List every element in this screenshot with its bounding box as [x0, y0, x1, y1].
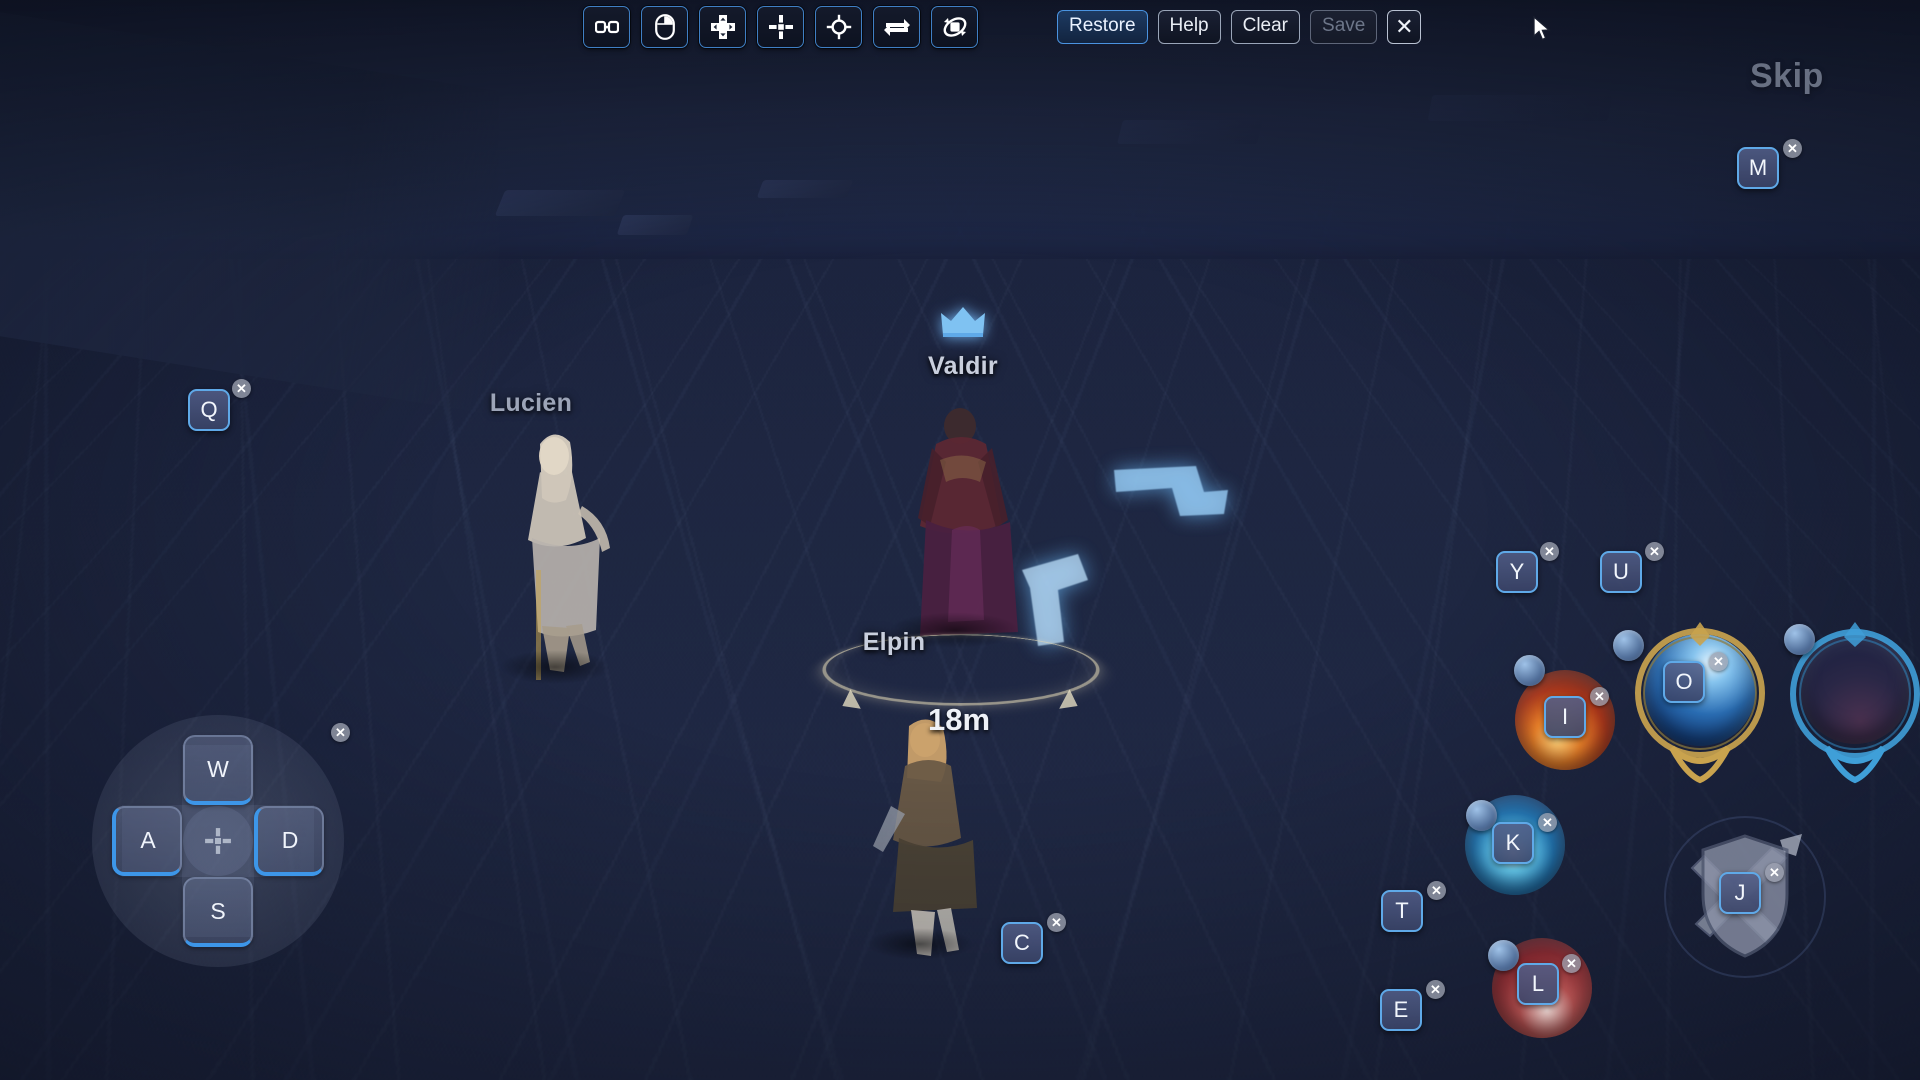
- move-key-w[interactable]: W: [183, 735, 253, 805]
- link-keys-tool-button[interactable]: [583, 6, 630, 48]
- rubble-2: [616, 215, 694, 235]
- move-cross-icon: [205, 828, 231, 854]
- dpad-tool-button[interactable]: [699, 6, 746, 48]
- delete-keycap-i-button[interactable]: ✕: [1590, 687, 1609, 706]
- swap-arrows-icon: [883, 19, 910, 36]
- delete-move-pad-button[interactable]: ✕: [331, 723, 350, 742]
- keycap-c[interactable]: C: [1001, 922, 1043, 964]
- rotate-view-tool-button[interactable]: [931, 6, 978, 48]
- mouse-button-tool-button[interactable]: [641, 6, 688, 48]
- keycap-m[interactable]: M: [1737, 147, 1779, 189]
- mapping-toolbar: Restore Help Clear Save ✕: [0, 0, 1920, 56]
- crosshair-icon: [826, 14, 851, 40]
- delete-keycap-o-button[interactable]: ✕: [1709, 652, 1728, 671]
- link-icon: [594, 20, 619, 34]
- keycap-y[interactable]: Y: [1496, 551, 1538, 593]
- close-icon[interactable]: ✕: [1387, 10, 1422, 44]
- toolbar-action-group: Restore Help Clear Save ✕: [1057, 10, 1422, 44]
- restore-button[interactable]: Restore: [1057, 10, 1148, 44]
- swap-arrows-tool-button[interactable]: [873, 6, 920, 48]
- delete-keycap-l-button[interactable]: ✕: [1562, 954, 1581, 973]
- rubble-3: [756, 180, 854, 198]
- move-pad-center[interactable]: [183, 806, 253, 876]
- delete-keycap-t-button[interactable]: ✕: [1427, 881, 1446, 900]
- delete-keycap-y-button[interactable]: ✕: [1540, 542, 1559, 561]
- delete-keycap-k-button[interactable]: ✕: [1538, 813, 1557, 832]
- dpad-icon: [710, 15, 735, 39]
- keycap-t[interactable]: T: [1381, 890, 1423, 932]
- rubble-4: [1117, 120, 1263, 144]
- keycap-k[interactable]: K: [1492, 822, 1534, 864]
- rotate-view-icon: [943, 17, 966, 37]
- orb-bead-fire: [1514, 655, 1545, 686]
- delete-keycap-q-button[interactable]: ✕: [232, 379, 251, 398]
- keycap-j[interactable]: J: [1719, 872, 1761, 914]
- tool-button-group: [583, 6, 978, 48]
- orb-gloss: [1799, 632, 1911, 744]
- keycap-q[interactable]: Q: [188, 389, 230, 431]
- clear-button[interactable]: Clear: [1230, 10, 1301, 44]
- save-button: Save: [1310, 10, 1378, 44]
- delete-keycap-j-button[interactable]: ✕: [1765, 863, 1784, 882]
- delete-keycap-m-button[interactable]: ✕: [1783, 139, 1802, 158]
- orb-bead-water: [1613, 630, 1644, 661]
- mouse-icon: [654, 14, 675, 40]
- help-button[interactable]: Help: [1157, 10, 1221, 44]
- keycap-l[interactable]: L: [1517, 963, 1559, 1005]
- move-key-a[interactable]: A: [112, 806, 182, 876]
- keycap-u[interactable]: U: [1600, 551, 1642, 593]
- virtual-move-pad[interactable]: W A D S: [92, 715, 344, 967]
- keycap-e[interactable]: E: [1380, 989, 1422, 1031]
- orb-bead-empty: [1784, 624, 1815, 655]
- move-cross-tool-button[interactable]: [757, 6, 804, 48]
- aim-target-tool-button[interactable]: [815, 6, 862, 48]
- orb-bead-blood: [1488, 940, 1519, 971]
- rubble-5: [1427, 95, 1613, 121]
- keycap-i[interactable]: I: [1544, 696, 1586, 738]
- keycap-o[interactable]: O: [1663, 661, 1705, 703]
- move-key-s[interactable]: S: [183, 877, 253, 947]
- move-cross-icon: [768, 15, 793, 39]
- delete-keycap-e-button[interactable]: ✕: [1426, 980, 1445, 999]
- rubble-1: [494, 190, 626, 216]
- delete-keycap-u-button[interactable]: ✕: [1645, 542, 1664, 561]
- move-key-d[interactable]: D: [254, 806, 324, 876]
- skill-orb-empty[interactable]: [1799, 632, 1911, 744]
- delete-keycap-c-button[interactable]: ✕: [1047, 913, 1066, 932]
